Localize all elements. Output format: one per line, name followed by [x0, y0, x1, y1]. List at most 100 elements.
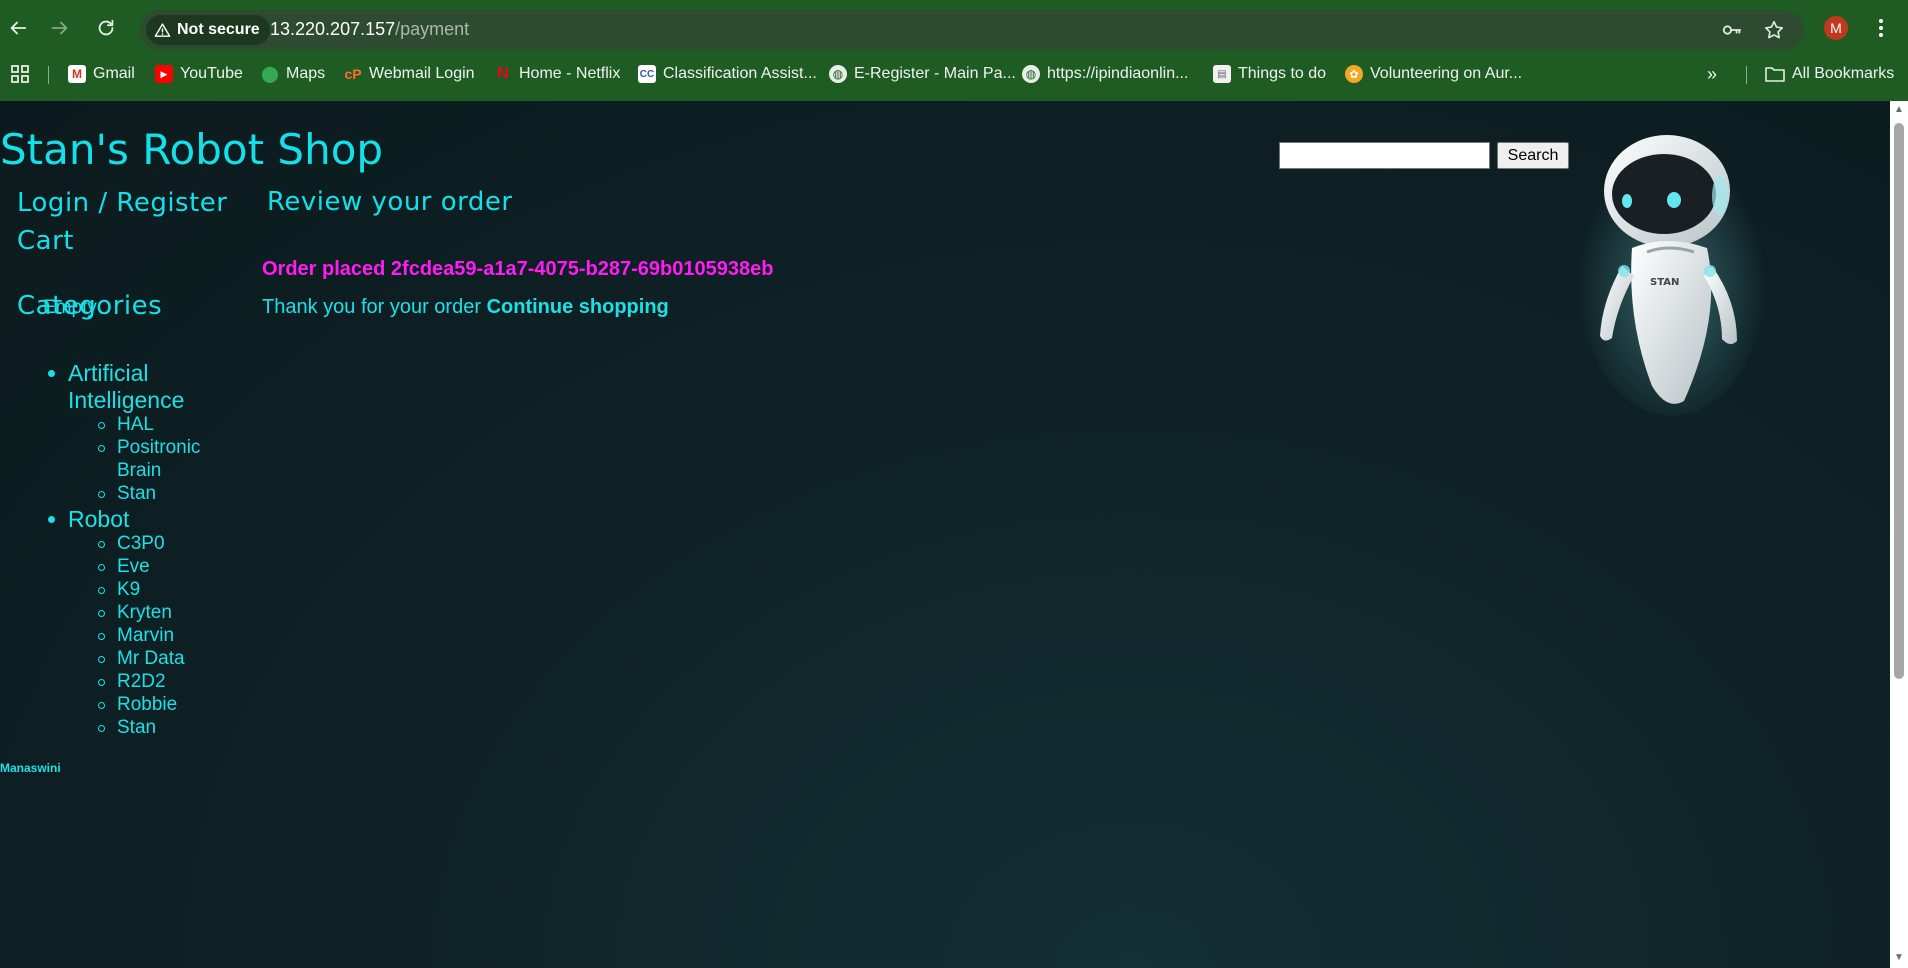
product-label: Stan: [117, 717, 157, 738]
product-label: Eve: [117, 556, 150, 577]
product-label: Robbie: [117, 694, 178, 715]
bookmark-label: Gmail: [93, 65, 135, 82]
search-button[interactable]: Search: [1497, 142, 1569, 169]
bookmark-classification[interactable]: CC Classification Assist...: [638, 62, 817, 86]
product-link-k9[interactable]: K9: [98, 579, 141, 601]
profile-avatar[interactable]: M: [1824, 16, 1848, 40]
volunteer-icon: ✿: [1345, 65, 1363, 83]
product-label: C3P0: [117, 533, 165, 554]
password-key-icon[interactable]: [1720, 18, 1744, 42]
security-chip[interactable]: Not secure: [146, 15, 270, 45]
bookmark-gmail[interactable]: M Gmail: [68, 62, 135, 86]
cart-heading[interactable]: Cart: [17, 226, 74, 256]
categories-heading: Categories: [17, 291, 163, 321]
bookmark-netflix[interactable]: N Home - Netflix: [494, 62, 620, 86]
bullet-icon: [48, 370, 55, 377]
category-label: Intelligence: [68, 387, 185, 413]
bookmark-maps[interactable]: ⬤ Maps: [261, 62, 325, 86]
more-bookmarks-chevron-icon[interactable]: »: [1707, 62, 1717, 86]
category-ai[interactable]: Artificial: [48, 360, 149, 387]
circle-bullet-icon: [98, 725, 105, 732]
thank-you-message: Thank you for your order Continue shoppi…: [262, 296, 669, 319]
product-link-mr-data[interactable]: Mr Data: [98, 648, 185, 670]
product-label: K9: [117, 579, 141, 600]
bookmark-label: Webmail Login: [369, 65, 475, 82]
kebab-menu-icon[interactable]: [1871, 16, 1891, 40]
address-bar[interactable]: Not secure 13.220.207.157/payment: [140, 10, 1804, 50]
circle-bullet-icon: [98, 610, 105, 617]
scroll-down-arrow-icon[interactable]: ▼: [1894, 953, 1904, 963]
product-link-marvin[interactable]: Marvin: [98, 625, 175, 647]
login-register-link[interactable]: Login / Register: [17, 188, 227, 218]
bookmark-label: https://ipindiaonlin...: [1047, 65, 1189, 82]
bookmark-star-icon[interactable]: [1762, 18, 1786, 42]
bookmark-label: Home - Netflix: [519, 65, 621, 82]
product-label: Stan: [117, 483, 157, 504]
maps-pin-icon: ⬤: [261, 66, 279, 83]
continue-shopping-link[interactable]: Continue shopping: [487, 296, 669, 318]
forward-arrow-icon: [51, 21, 68, 35]
thank-you-text: Thank you for your order: [262, 296, 481, 318]
product-link-positronic-brain-line2[interactable]: Brain: [117, 460, 161, 482]
category-robot[interactable]: Robot: [48, 506, 129, 533]
bookmark-ipindia[interactable]: ◍ https://ipindiaonlin...: [1022, 62, 1188, 86]
product-link-c3p0[interactable]: C3P0: [98, 533, 165, 555]
bookmark-volunteering[interactable]: ✿ Volunteering on Aur...: [1345, 62, 1522, 86]
circle-bullet-icon: [98, 656, 105, 663]
product-label: Brain: [117, 460, 162, 481]
product-link-stan-robot[interactable]: Stan: [98, 717, 157, 739]
circle-bullet-icon: [98, 633, 105, 640]
bookmark-label: Volunteering on Aur...: [1370, 65, 1523, 82]
bookmark-webmail[interactable]: cP Webmail Login: [344, 62, 475, 86]
back-button[interactable]: [3, 13, 33, 43]
circle-bullet-icon: [98, 564, 105, 571]
product-link-stan-ai[interactable]: Stan: [98, 483, 157, 505]
scroll-up-arrow-icon[interactable]: ▲: [1894, 105, 1904, 115]
all-bookmarks-label: All Bookmarks: [1792, 65, 1895, 82]
product-label: Kryten: [117, 602, 172, 623]
product-link-r2d2[interactable]: R2D2: [98, 671, 166, 693]
cc-icon: CC: [638, 65, 656, 83]
netflix-icon: N: [497, 65, 509, 82]
search-input[interactable]: [1279, 142, 1490, 169]
circle-bullet-icon: [98, 702, 105, 709]
gmail-icon: M: [68, 65, 86, 83]
all-bookmarks-button[interactable]: All Bookmarks: [1765, 62, 1894, 86]
product-link-hal[interactable]: HAL: [98, 414, 154, 436]
category-label: Artificial: [68, 360, 149, 386]
product-label: HAL: [117, 414, 154, 435]
bookmark-things-to-do[interactable]: ▤ Things to do: [1213, 62, 1326, 86]
scrollbar-thumb[interactable]: [1894, 123, 1904, 679]
circle-bullet-icon: [98, 679, 105, 686]
url-host: 13.220.207.157: [270, 19, 396, 39]
product-link-robbie[interactable]: Robbie: [98, 694, 178, 716]
product-label: Marvin: [117, 625, 175, 646]
bookmark-label: YouTube: [180, 65, 243, 82]
back-arrow-icon: [10, 21, 27, 35]
site-title[interactable]: Stan's Robot Shop: [0, 125, 383, 174]
url-text[interactable]: 13.220.207.157/payment: [270, 19, 469, 40]
product-link-kryten[interactable]: Kryten: [98, 602, 172, 624]
cpanel-icon: cP: [344, 66, 362, 82]
security-label: Not secure: [177, 21, 260, 38]
category-ai-line2[interactable]: Intelligence: [68, 387, 184, 414]
footer-text: Manaswini: [0, 761, 61, 775]
bookmarks-divider: [48, 66, 49, 84]
review-order-heading: Review your order: [267, 187, 513, 217]
circle-bullet-icon: [98, 445, 105, 452]
product-label: Positronic: [117, 437, 201, 458]
apps-grid-icon[interactable]: [11, 62, 30, 86]
vertical-scrollbar[interactable]: ▲ ▼: [1890, 101, 1908, 968]
bookmarks-bar: M Gmail ▶ YouTube ⬤ Maps cP Webmail Logi…: [0, 58, 1908, 90]
product-link-positronic-brain[interactable]: Positronic: [98, 437, 201, 459]
bookmark-label: Maps: [286, 65, 326, 82]
reload-button[interactable]: [91, 13, 121, 43]
bookmark-label: E-Register - Main Pa...: [854, 65, 1016, 82]
bookmark-eregister[interactable]: ◍ E-Register - Main Pa...: [829, 62, 1016, 86]
forward-button[interactable]: [45, 13, 75, 43]
bookmark-youtube[interactable]: ▶ YouTube: [155, 62, 243, 86]
product-link-eve[interactable]: Eve: [98, 556, 150, 578]
folder-icon: [1765, 67, 1785, 82]
warning-triangle-icon: [154, 22, 171, 37]
bookmark-label: Things to do: [1238, 65, 1327, 82]
